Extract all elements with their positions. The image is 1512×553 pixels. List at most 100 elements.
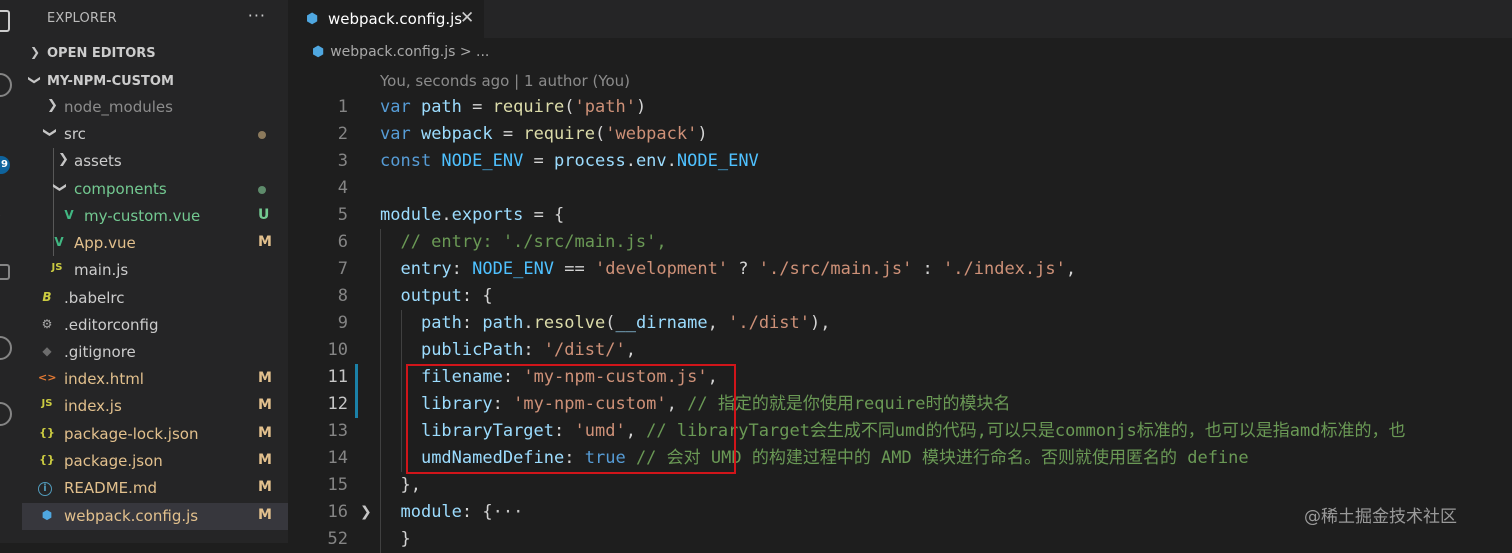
breadcrumb-rest[interactable]: > ... (460, 44, 490, 60)
indent-guide (380, 229, 381, 553)
webpack-file-icon: ⬢ (306, 11, 319, 27)
code-token: // libraryTarget会生成不同umd的代码,可以只是commonjs… (646, 421, 1406, 441)
search-icon[interactable] (0, 73, 12, 97)
code-token: NODE_ENV (472, 259, 555, 279)
chevron-right-icon: ❯ (30, 45, 41, 59)
code-line[interactable]: 9 path: path.resolve(__dirname, './dist'… (288, 310, 1512, 337)
line-number: 2 (337, 124, 348, 144)
tree-item-package-lock-json[interactable]: {} package-lock.json M (22, 421, 288, 448)
tab-webpack-config-js[interactable]: ⬢ webpack.config.js ✕ (288, 0, 484, 38)
code-token: == (554, 259, 595, 279)
line-content: path: path.resolve(__dirname, './dist'), (380, 310, 831, 337)
breadcrumb: ⬢ webpack.config.js > ... (312, 44, 489, 60)
code-token: env (635, 151, 667, 171)
tree-item-app-vue[interactable]: V App.vue M (22, 230, 288, 257)
code-token: . (666, 151, 677, 171)
code-token: 'development' (595, 259, 729, 279)
extensions-icon[interactable] (0, 264, 10, 280)
git-blame-lens[interactable]: You, seconds ago | 1 author (You) (380, 72, 630, 90)
tree-item-editorconfig[interactable]: ⚙ .editorconfig (22, 312, 288, 339)
code-line[interactable]: 1 var path = require('path') (288, 94, 1512, 121)
explorer-icon[interactable] (0, 10, 10, 32)
code-line[interactable]: 4 (288, 175, 1512, 202)
open-editors-section[interactable]: ❯ OPEN EDITORS (22, 43, 288, 65)
tree-item-my-custom-vue[interactable]: V my-custom.vue U (22, 203, 288, 230)
line-content: module: {··· (380, 499, 523, 526)
untracked-dot (258, 186, 266, 194)
code-token: NODE_ENV (441, 151, 524, 171)
code-token: = (492, 124, 524, 144)
chevron-right-icon: ❯ (58, 152, 69, 167)
html-file-icon: <> (38, 371, 57, 384)
git-status: M (258, 479, 272, 495)
code-token: ( (594, 124, 606, 144)
code-token: = (461, 97, 493, 117)
code-token: resolve (533, 313, 606, 333)
line-number: 4 (337, 178, 348, 198)
tree-item-node-modules[interactable]: ❯ node_modules (22, 94, 288, 121)
code-token: output (400, 286, 462, 306)
git-status: M (258, 507, 272, 523)
code-token: . (441, 205, 452, 225)
js-file-icon: JS (51, 262, 63, 273)
run-debug-icon[interactable]: ▷ (0, 205, 12, 229)
line-content: }, (380, 472, 420, 499)
accounts-icon[interactable] (0, 402, 12, 426)
source-control-badge: 9 (0, 156, 10, 174)
tree-item-src[interactable]: ❯ src (22, 121, 288, 148)
tree-item-components[interactable]: ❯ components (22, 176, 288, 203)
git-status: M (258, 234, 272, 250)
tree-item-package-json[interactable]: {} package.json M (22, 448, 288, 475)
code-token: ) (697, 124, 708, 144)
more-actions-icon[interactable]: ··· (248, 6, 266, 25)
watermark: @稀土掘金技术社区 (1304, 507, 1457, 527)
code-token: 'path' (574, 97, 636, 117)
json-file-icon: {} (39, 453, 55, 466)
tree-item-main-js[interactable]: JS main.js (22, 257, 288, 284)
code-token: . (625, 151, 636, 171)
tab-bar: ⬢ webpack.config.js ✕ (288, 0, 1512, 38)
code-token: ) (635, 97, 647, 117)
code-line[interactable]: 7 entry: NODE_ENV == 'development' ? './… (288, 256, 1512, 283)
tree-item-index-html[interactable]: <> index.html M (22, 366, 288, 393)
tree-item-babelrc[interactable]: B .babelrc (22, 285, 288, 312)
line-content: output: { (380, 283, 492, 310)
code-line[interactable]: 6 // entry: './src/main.js', (288, 229, 1512, 256)
line-number: 16 (327, 502, 348, 522)
code-token: path (482, 313, 524, 333)
close-icon[interactable]: ✕ (460, 8, 474, 28)
tree-item-index-js[interactable]: JS index.js M (22, 393, 288, 420)
breadcrumb-file[interactable]: webpack.config.js (330, 44, 455, 60)
code-line[interactable]: 15 }, (288, 472, 1512, 499)
chevron-down-icon: ❯ (51, 182, 67, 193)
tree-item-readme-md[interactable]: i README.md M (22, 475, 288, 502)
code-token: './dist' (728, 313, 810, 333)
line-content: } (380, 526, 410, 553)
project-section[interactable]: ❯ MY-NPM-CUSTOM (22, 71, 288, 93)
tree-item-gitignore[interactable]: ◆ .gitignore (22, 339, 288, 366)
line-content: // entry: './src/main.js', (380, 229, 666, 256)
remote-icon[interactable] (0, 336, 12, 360)
code-token: webpack (420, 124, 493, 144)
line-number: 14 (327, 448, 348, 468)
indent-guide (401, 310, 402, 472)
code-line[interactable]: 3 const NODE_ENV = process.env.NODE_ENV (288, 148, 1512, 175)
code-token: ), (810, 313, 831, 333)
line-content: publicPath: '/dist/', (380, 337, 636, 364)
tree-item-assets[interactable]: ❯ assets (22, 148, 288, 175)
code-line[interactable]: 52 } (288, 526, 1512, 553)
webpack-file-icon: ⬢ (312, 44, 325, 60)
tree-item-webpack-config-js[interactable]: ⬢ webpack.config.js M (22, 503, 288, 530)
code-token: require (492, 97, 565, 117)
fold-chevron-icon[interactable]: ❯ (360, 499, 372, 526)
git-change-indicator[interactable] (355, 364, 358, 418)
code-token: module (400, 502, 462, 522)
code-token: : (523, 340, 544, 360)
code-line[interactable]: 10 publicPath: '/dist/', (288, 337, 1512, 364)
code-line[interactable]: 5 module.exports = { (288, 202, 1512, 229)
line-number: 15 (327, 475, 348, 495)
code-line[interactable]: 8 output: { (288, 283, 1512, 310)
code-line[interactable]: 2 var webpack = require('webpack') (288, 121, 1512, 148)
